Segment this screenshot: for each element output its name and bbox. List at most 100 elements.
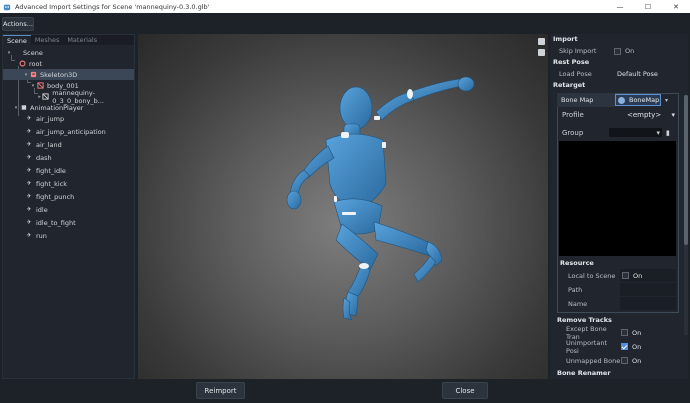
mannequin-model [286, 76, 475, 321]
path-row: Path [559, 283, 676, 296]
profile-row: Profile <empty> ▾ [559, 109, 677, 120]
maximize-button[interactable]: ☐ [634, 0, 662, 13]
animation-icon: ✈ [26, 128, 32, 135]
load-pose-row: Load Pose Default Pose [550, 68, 688, 80]
close-button[interactable]: Close [442, 382, 488, 399]
actions-menu-button[interactable]: Actions... [2, 17, 34, 31]
tree-item-animation[interactable]: ✈ fight_idle [3, 165, 134, 176]
tree-item-label: Skeleton3D [40, 70, 78, 79]
lock-icon[interactable]: ▮ [666, 129, 670, 137]
load-pose-label: Load Pose [559, 70, 592, 78]
tree-item-animation[interactable]: ✈ idle [3, 204, 134, 215]
tree-item-mannequiny-mesh[interactable]: ▸ mannequiny-0_3_0_bony_b... [3, 89, 134, 105]
unmapped-bone-label: Unmapped Bone [566, 356, 621, 365]
chevron-down-icon: ▾ [671, 110, 675, 119]
bone-map-resource[interactable]: BoneMap [615, 94, 661, 106]
3d-preview-viewport[interactable] [138, 34, 548, 379]
tree-item-root[interactable]: root [3, 58, 134, 69]
name-row: Name [559, 297, 676, 310]
tree-item-label: air_land [36, 140, 62, 149]
load-pose-value: Default Pose [617, 70, 658, 78]
animation-icon: ✈ [26, 115, 32, 122]
tree-item-label: air_jump_anticipation [36, 127, 106, 136]
tree-item-label: root [29, 59, 43, 68]
section-import-header[interactable]: Import [550, 34, 688, 45]
local-to-scene-value: On [633, 271, 643, 280]
group-label: Group [562, 128, 584, 137]
inspector-scrollbar[interactable] [684, 95, 688, 335]
local-to-scene-label: Local to Scene [568, 271, 616, 280]
unmapped-bone-row: Unmapped Bone On [557, 354, 679, 367]
unmapped-bone-checkbox[interactable] [621, 357, 628, 364]
tree-item-animation[interactable]: ✈ air_jump_anticipation [3, 126, 134, 137]
skeleton-icon [29, 71, 37, 79]
local-to-scene-checkbox[interactable] [622, 272, 629, 279]
tree-item-skeleton3d[interactable]: ▾ Skeleton3D [3, 69, 134, 80]
unimportant-row: Unimportant Posi On [557, 339, 679, 355]
mesh-icon [42, 93, 49, 101]
tree-item-animation[interactable]: ✈ idle_to_fight [3, 217, 134, 228]
window-titlebar: Advanced Import Settings for Scene 'mann… [0, 0, 690, 13]
tree-item-label: Scene [23, 48, 43, 57]
load-pose-dropdown[interactable]: Default Pose [614, 69, 682, 79]
section-resource-header[interactable]: Resource [559, 258, 676, 268]
skip-import-checkbox[interactable] [614, 47, 621, 55]
unimportant-value: On [632, 342, 642, 351]
section-rest-pose-header[interactable]: Rest Pose [550, 57, 688, 68]
tree-item-animation[interactable]: ✈ air_jump [3, 113, 134, 124]
tree-item-label: dash [36, 153, 52, 162]
tree-item-animation[interactable]: ✈ fight_kick [3, 178, 134, 189]
name-label: Name [568, 299, 588, 308]
tree-item-animation[interactable]: ✈ air_land [3, 139, 134, 150]
animation-icon: ✈ [26, 219, 32, 226]
tab-scene[interactable]: Scene [3, 35, 31, 45]
section-bone-renamer-header[interactable]: Bone Renamer [557, 368, 679, 379]
tree-item-label: fight_kick [36, 179, 68, 188]
tree-item-scene[interactable]: ▾ Scene [3, 47, 134, 58]
scrollbar-thumb[interactable] [684, 95, 688, 245]
profile-dropdown[interactable]: <empty> ▾ [617, 111, 677, 119]
animation-player-icon [19, 104, 27, 112]
tree-item-animation[interactable]: ✈ dash [3, 152, 134, 163]
tab-meshes[interactable]: Meshes [31, 35, 64, 45]
tree-item-label: idle_to_fight [36, 218, 76, 227]
mesh-icon [36, 82, 44, 90]
window-controls: — ☐ ✕ [606, 0, 690, 13]
environment-toggle-icon[interactable] [538, 49, 545, 56]
section-retarget-header[interactable]: Retarget [550, 80, 688, 91]
bonemap-resource-icon [618, 96, 625, 104]
tree-item-label: fight_idle [36, 166, 66, 175]
tree-item-animation[interactable]: ✈ fight_punch [3, 191, 134, 202]
group-dropdown[interactable]: ▾ [609, 128, 662, 137]
except-bone-checkbox[interactable] [621, 329, 628, 336]
godot-app-icon [3, 4, 11, 10]
tab-materials[interactable]: Materials [63, 35, 101, 45]
tree-item-animationplayer[interactable]: ▾ AnimationPlayer [3, 102, 134, 113]
animation-icon: ✈ [26, 232, 32, 239]
bone-map-editor-area[interactable] [559, 141, 676, 256]
animation-icon: ✈ [26, 180, 32, 187]
scene-tree-panel: Scene Meshes Materials ▾ Scene root ▾ Sk… [2, 34, 135, 379]
tree-item-animation[interactable]: ✈ run [3, 230, 134, 241]
unimportant-checkbox[interactable] [621, 343, 628, 350]
path-label: Path [568, 285, 583, 294]
profile-label: Profile [562, 110, 584, 119]
scene-icon [12, 49, 20, 57]
tree-item-label: idle [36, 205, 48, 214]
chevron-down-icon: ▾ [656, 128, 660, 137]
minimize-button[interactable]: — [606, 0, 634, 13]
path-input[interactable] [620, 283, 676, 296]
chevron-down-icon[interactable]: ▾ [665, 97, 668, 104]
name-input[interactable] [620, 297, 676, 310]
tree-item-label: air_jump [36, 114, 65, 123]
profile-value: <empty> [627, 110, 662, 119]
close-window-button[interactable]: ✕ [662, 0, 690, 13]
viewport-side-buttons [538, 38, 545, 60]
light-toggle-icon[interactable] [538, 38, 545, 45]
group-row: Group ▾ ▮ [559, 127, 677, 138]
bone-map-value: BoneMap [629, 96, 660, 104]
animation-icon: ✈ [26, 167, 32, 174]
skip-import-value: On [625, 47, 635, 55]
reimport-button[interactable]: Reimport [196, 382, 245, 399]
unmapped-bone-value: On [632, 356, 642, 365]
